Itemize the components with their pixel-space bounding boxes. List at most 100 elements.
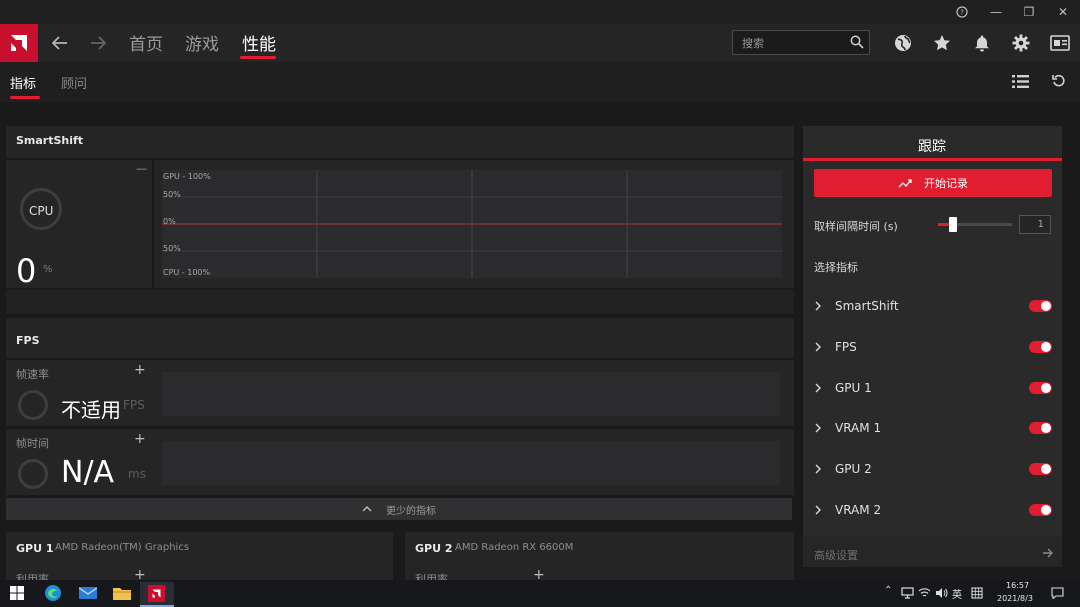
nav-tab-performance[interactable]: 性能 <box>242 30 276 55</box>
account-card-icon[interactable] <box>1047 30 1073 56</box>
vram1-toggle[interactable] <box>1029 422 1052 434</box>
vram2-toggle[interactable] <box>1029 504 1052 516</box>
gpu1-title: GPU 1 <box>16 542 54 555</box>
nav-tab-home[interactable]: 首页 <box>129 30 163 55</box>
tab-metrics[interactable]: 指标 <box>10 73 36 92</box>
mail-icon[interactable] <box>79 585 97 601</box>
smartshift-value: 0 <box>16 252 37 290</box>
smartshift-toggle[interactable] <box>1029 300 1052 312</box>
wifi-icon[interactable] <box>918 587 931 599</box>
framerate-label: 帧速率 <box>16 368 49 381</box>
forward-arrow-icon[interactable] <box>78 24 118 62</box>
fps-header: FPS <box>6 318 794 358</box>
graph-label-50-bottom: 50% <box>163 244 181 253</box>
metric-label: VRAM 2 <box>835 503 882 517</box>
frametime-label: 帧时间 <box>16 437 49 450</box>
interval-slider-handle[interactable] <box>949 217 957 232</box>
gpu2-title: GPU 2 <box>415 542 453 555</box>
help-icon[interactable]: ? <box>945 0 979 24</box>
gpu2-card: GPU 2 AMD Radeon RX 6600M 利用率 + <box>405 532 794 586</box>
advanced-settings-row[interactable]: 高级设置 <box>803 536 1062 567</box>
framerate-graph <box>162 372 780 416</box>
smartshift-graph-card: GPU - 100% 50% 0% 50% CPU - 100% <box>154 160 794 288</box>
windows-start-icon[interactable] <box>10 586 24 600</box>
chevron-up-tray-icon[interactable]: ⌃ <box>884 585 892 596</box>
fps-title: FPS <box>16 334 40 347</box>
nav-tab-games[interactable]: 游戏 <box>185 30 219 55</box>
active-tab-underline <box>240 56 276 59</box>
graph-label-cpu-100: CPU - 100% <box>163 268 211 277</box>
file-explorer-icon[interactable] <box>113 585 131 601</box>
add-framerate-button[interactable]: + <box>134 362 146 378</box>
fps-toggle[interactable] <box>1029 341 1052 353</box>
select-metrics-label: 选择指标 <box>814 261 858 274</box>
title-bar <box>0 0 1080 24</box>
start-recording-button[interactable]: 开始记录 <box>814 169 1052 197</box>
metric-row-fps[interactable]: FPS <box>810 329 1058 365</box>
chevron-right-icon <box>815 505 821 515</box>
frametime-card: 帧时间 + N/A ms <box>6 429 794 495</box>
interval-value-field[interactable]: 1 <box>1019 215 1051 234</box>
svg-text:?: ? <box>960 9 964 17</box>
gear-icon[interactable] <box>1008 30 1034 56</box>
back-arrow-icon[interactable] <box>40 24 80 62</box>
graph-label-gpu-100: GPU - 100% <box>163 172 211 181</box>
framerate-unit: FPS <box>123 398 145 412</box>
restore-button[interactable]: ❐ <box>1012 0 1046 24</box>
smartshift-gauge-card: CPU 0 % — <box>6 160 152 290</box>
tab-advisor[interactable]: 顾问 <box>61 73 87 92</box>
metric-label: SmartShift <box>835 299 899 313</box>
cpu-gauge-label: CPU <box>29 204 54 218</box>
metric-row-gpu2[interactable]: GPU 2 <box>810 451 1058 487</box>
sub-nav-bar <box>0 62 1080 102</box>
metric-row-vram1[interactable]: VRAM 1 <box>810 410 1058 446</box>
framerate-gauge-ring <box>18 390 48 420</box>
list-view-icon[interactable] <box>1012 75 1029 88</box>
graph-label-0: 0% <box>163 217 176 226</box>
trend-up-icon <box>898 178 912 187</box>
gpu2-toggle[interactable] <box>1029 463 1052 475</box>
active-subtab-underline <box>10 96 40 99</box>
bell-icon[interactable] <box>969 30 995 56</box>
frametime-graph <box>162 441 780 485</box>
chevron-right-icon <box>815 383 821 393</box>
chevron-up-icon <box>362 506 372 512</box>
arrow-right-icon <box>1043 548 1053 558</box>
ime-indicator[interactable]: 英 <box>952 586 962 601</box>
fewer-metrics-button[interactable]: 更少的指标 <box>6 498 792 520</box>
smartshift-footer <box>6 290 794 314</box>
metric-label: GPU 2 <box>835 462 872 476</box>
amd-taskbar-icon <box>148 585 165 602</box>
notification-center-icon[interactable] <box>1051 587 1064 599</box>
volume-icon[interactable] <box>935 587 948 599</box>
add-frametime-button[interactable]: + <box>134 431 146 447</box>
metric-label: FPS <box>835 340 857 354</box>
search-icon[interactable] <box>850 35 864 49</box>
reset-icon[interactable] <box>1052 74 1066 88</box>
amd-software-taskbar-button[interactable] <box>140 582 174 607</box>
tracking-title-underline <box>803 158 1062 161</box>
minimize-button[interactable]: — <box>979 0 1013 24</box>
edge-browser-icon[interactable] <box>44 584 62 602</box>
clock-date[interactable]: 2021/8/3 <box>997 594 1033 603</box>
close-button[interactable]: ✕ <box>1046 0 1080 24</box>
start-recording-label: 开始记录 <box>924 177 968 190</box>
gpu1-toggle[interactable] <box>1029 382 1052 394</box>
smartshift-unit: % <box>43 264 53 275</box>
chevron-right-icon <box>815 464 821 474</box>
globe-icon[interactable] <box>890 30 916 56</box>
chevron-right-icon <box>815 423 821 433</box>
fewer-metrics-label: 更少的指标 <box>386 505 436 517</box>
clock-time[interactable]: 16:57 <box>1006 581 1029 590</box>
star-icon[interactable] <box>929 30 955 56</box>
metric-row-vram2[interactable]: VRAM 2 <box>810 492 1058 528</box>
metric-row-smartshift[interactable]: SmartShift <box>810 288 1058 324</box>
amd-logo[interactable] <box>0 24 38 62</box>
tracking-title: 跟踪 <box>918 139 946 155</box>
metric-row-gpu1[interactable]: GPU 1 <box>810 370 1058 406</box>
collapse-button[interactable]: — <box>136 162 147 175</box>
input-mode-icon[interactable] <box>971 587 983 599</box>
network-icon[interactable] <box>901 587 914 599</box>
advanced-settings-label: 高级设置 <box>814 549 858 562</box>
metric-label: GPU 1 <box>835 381 872 395</box>
